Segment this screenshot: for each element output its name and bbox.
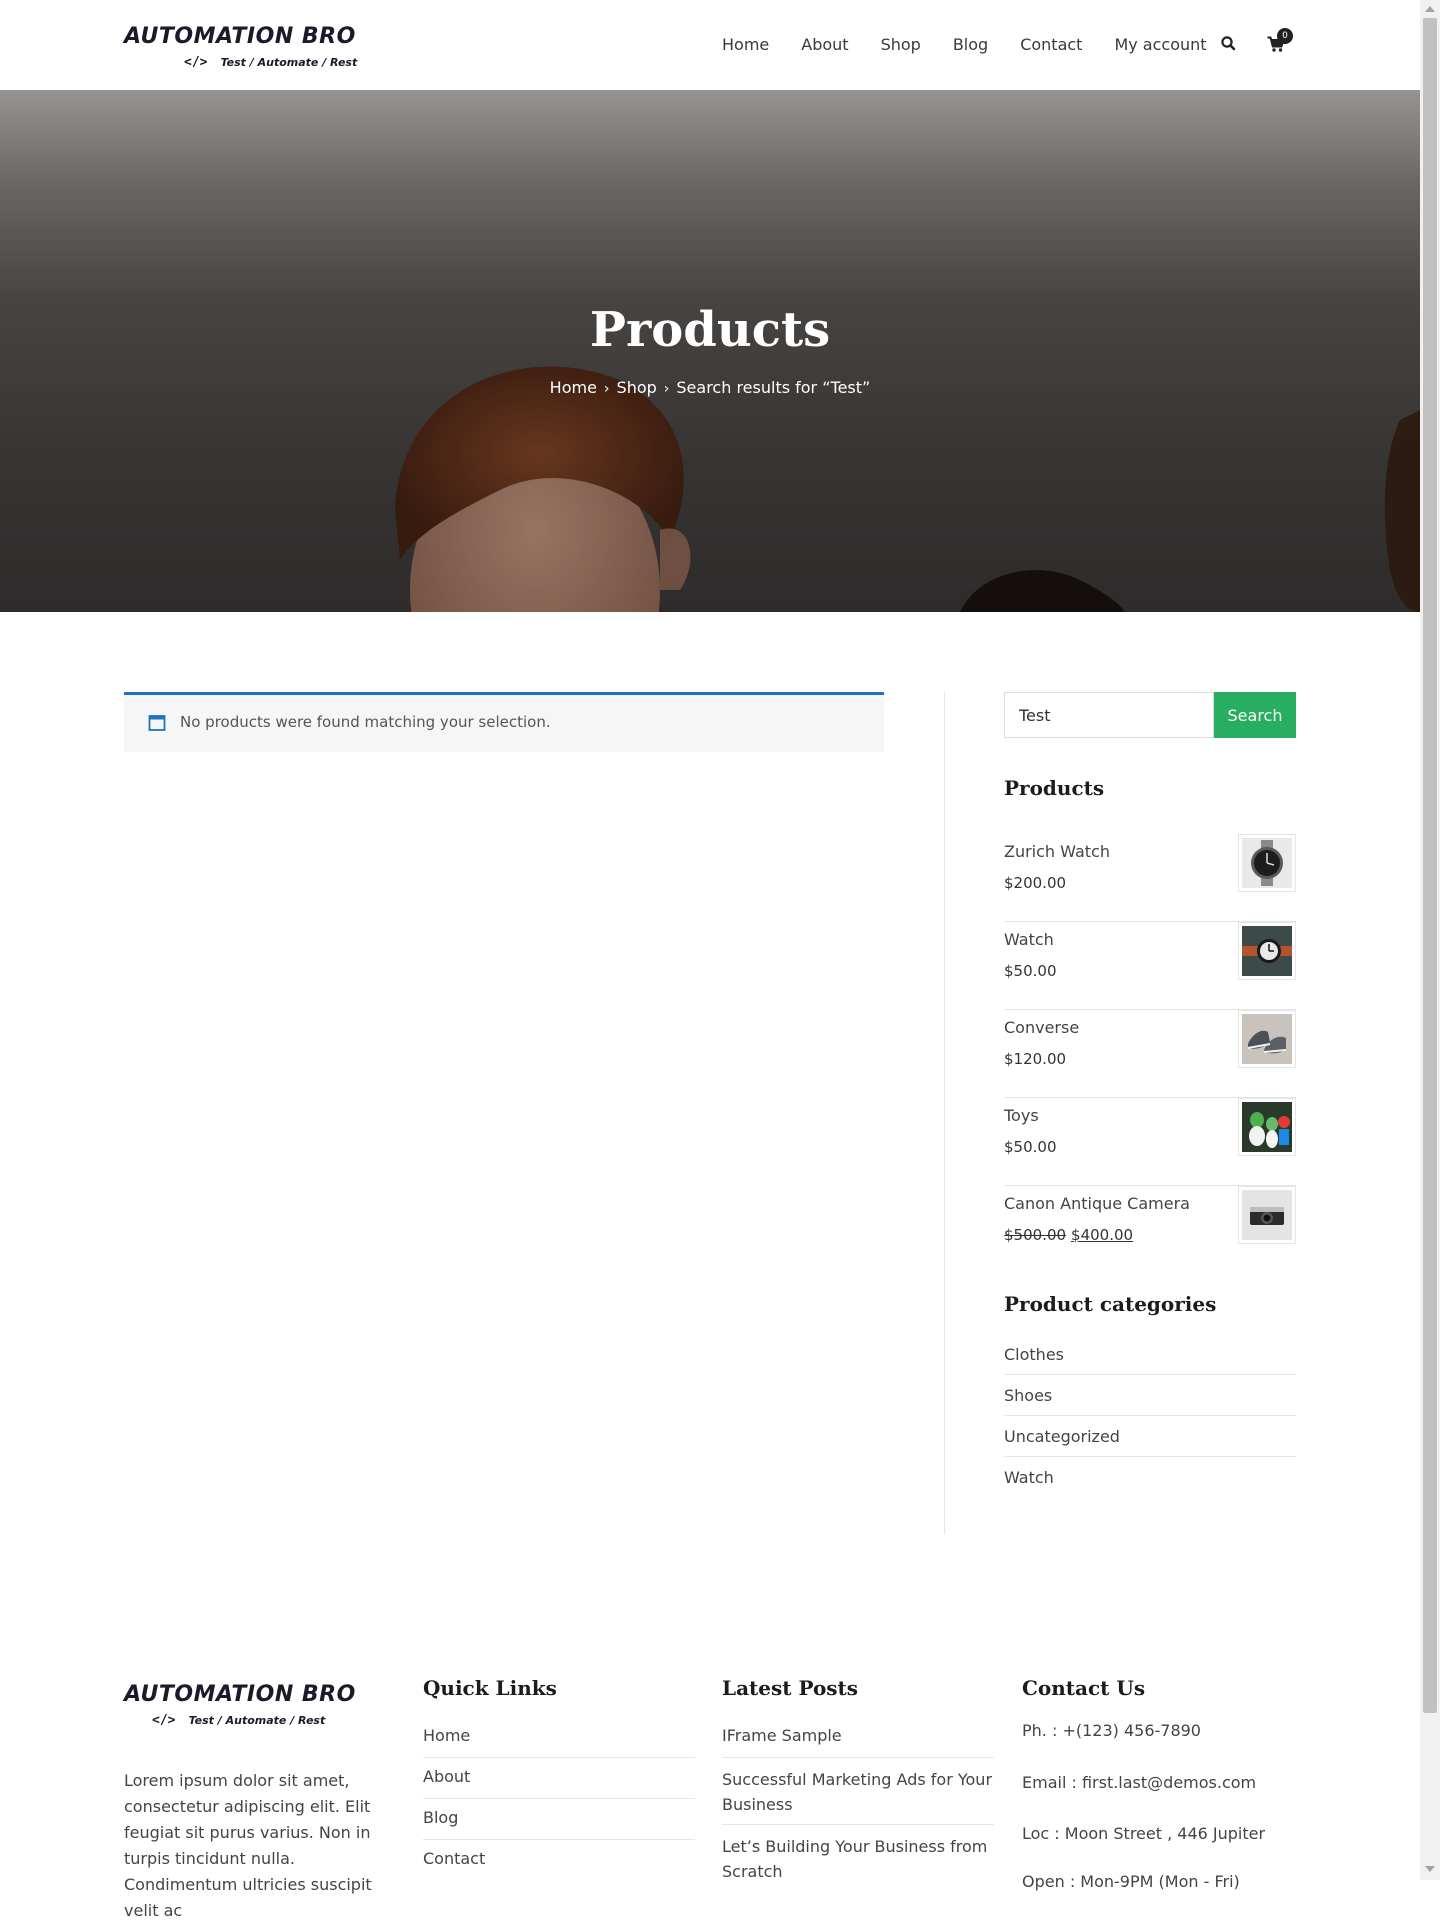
nav-blog[interactable]: Blog [953, 32, 988, 58]
breadcrumb-home[interactable]: Home [550, 378, 597, 397]
quick-links-title: Quick Links [423, 1676, 557, 1700]
contact-phone: Ph. : +(123) 456-7890 [1022, 1721, 1201, 1740]
page-title: Products [589, 302, 831, 358]
product-item[interactable]: Toys $50.00 [1004, 1098, 1296, 1186]
category-shoes[interactable]: Shoes [1004, 1375, 1296, 1416]
latest-post-link[interactable]: IFrame Sample [722, 1726, 994, 1758]
nav-about[interactable]: About [801, 32, 848, 58]
logo-subline: </> Test / Automate / Rest [152, 1710, 325, 1728]
camera-image[interactable] [1238, 1186, 1296, 1244]
breadcrumb: Home › Shop › Search results for “Test” [0, 378, 1420, 397]
products-widget-title: Products [1004, 776, 1105, 800]
logo-tagline: Test / Automate / Rest [220, 56, 358, 69]
latest-post-link[interactable]: Let’s Building Your Business from Scratc… [722, 1834, 994, 1881]
product-name[interactable]: Converse [1004, 1018, 1079, 1037]
footer-link-contact[interactable]: Contact [423, 1849, 695, 1877]
main-nav: Home About Shop Blog Contact My account [722, 32, 1239, 58]
watch-image[interactable] [1238, 922, 1296, 980]
category-uncategorized[interactable]: Uncategorized [1004, 1416, 1296, 1457]
sneakers-image[interactable] [1238, 1010, 1296, 1068]
breadcrumb-current: Search results for “Test” [676, 378, 871, 397]
page-hero-banner: Products Home › Shop › Search results for “T… [0, 90, 1420, 612]
contact-location: Loc : Moon Street , 446 Jupiter [1022, 1824, 1266, 1843]
product-item[interactable]: Converse $120.00 [1004, 1010, 1296, 1098]
product-price: $500.00 $400.00 [1004, 1226, 1133, 1244]
footer-link-blog[interactable]: Blog [423, 1808, 695, 1840]
chevron-right-icon: › [603, 381, 610, 397]
nav-shop[interactable]: Shop [881, 32, 921, 58]
product-price: $200.00 [1004, 874, 1067, 892]
product-item[interactable]: Zurich Watch $200.00 [1004, 834, 1296, 922]
contact-us-title: Contact Us [1022, 1676, 1146, 1700]
page-scrollbar[interactable] [1420, 0, 1440, 1880]
categories-widget-title: Product categories [1004, 1292, 1217, 1316]
footer-link-home[interactable]: Home [423, 1726, 695, 1758]
footer-about-text: Lorem ipsum dolor sit amet, consectetur … [124, 1771, 372, 1920]
product-name[interactable]: Toys [1004, 1106, 1039, 1125]
logo-tagline: Test / Automate / Rest [188, 1714, 326, 1727]
product-name[interactable]: Zurich Watch [1004, 842, 1110, 861]
toys-image[interactable] [1238, 1098, 1296, 1156]
code-icon: </> [152, 1713, 176, 1728]
site-header: AUTOMATION BRO </> Test / Automate / Res… [0, 0, 1420, 90]
logo-subline: </> Test / Automate / Rest [184, 52, 357, 70]
chevron-right-icon: › [663, 381, 670, 397]
category-clothes[interactable]: Clothes [1004, 1334, 1296, 1375]
search-icon[interactable] [1219, 34, 1239, 54]
scrollbar-thumb[interactable] [1423, 18, 1437, 1713]
search-button[interactable]: Search [1214, 692, 1296, 738]
footer-link-about[interactable]: About [423, 1767, 695, 1799]
contact-hours: Open : Mon-9PM (Mon - Fri) [1022, 1872, 1240, 1891]
footer-logo[interactable]: AUTOMATION BRO </> Test / Automate / Res… [124, 1682, 355, 1732]
notice-message: No products were found matching your sel… [180, 713, 551, 731]
product-price: $120.00 [1004, 1050, 1067, 1068]
product-price: $50.00 [1004, 1138, 1057, 1156]
cart-count-badge: 0 [1277, 28, 1293, 44]
watch-image[interactable] [1238, 834, 1296, 892]
scroll-down-arrow-icon[interactable] [1425, 1866, 1435, 1872]
nav-contact[interactable]: Contact [1020, 32, 1082, 58]
content-sidebar-divider [944, 692, 945, 1534]
category-watch[interactable]: Watch [1004, 1457, 1296, 1498]
info-window-icon [148, 714, 166, 732]
logo-wordmark: AUTOMATION BRO [124, 1682, 356, 1707]
product-search-input[interactable] [1004, 692, 1214, 738]
latest-posts-title: Latest Posts [722, 1676, 859, 1700]
sale-price: $400.00 [1071, 1226, 1134, 1244]
product-item[interactable]: Canon Antique Camera $500.00 $400.00 [1004, 1186, 1296, 1274]
scroll-up-arrow-icon[interactable] [1425, 6, 1435, 12]
nav-home[interactable]: Home [722, 32, 769, 58]
original-price: $500.00 [1004, 1226, 1067, 1244]
site-logo[interactable]: AUTOMATION BRO </> Test / Automate / Res… [124, 24, 357, 74]
logo-wordmark: AUTOMATION BRO [124, 24, 356, 49]
product-price: $50.00 [1004, 962, 1057, 980]
breadcrumb-shop[interactable]: Shop [617, 378, 657, 397]
latest-post-link[interactable]: Successful Marketing Ads for Your Busine… [722, 1767, 994, 1825]
product-name[interactable]: Watch [1004, 930, 1054, 949]
no-products-notice: No products were found matching your sel… [124, 692, 884, 752]
contact-email: Email : first.last@demos.com [1022, 1773, 1257, 1792]
product-name[interactable]: Canon Antique Camera [1004, 1194, 1190, 1213]
nav-my-account[interactable]: My account [1114, 32, 1206, 58]
code-icon: </> [184, 55, 208, 70]
product-item[interactable]: Watch $50.00 [1004, 922, 1296, 1010]
